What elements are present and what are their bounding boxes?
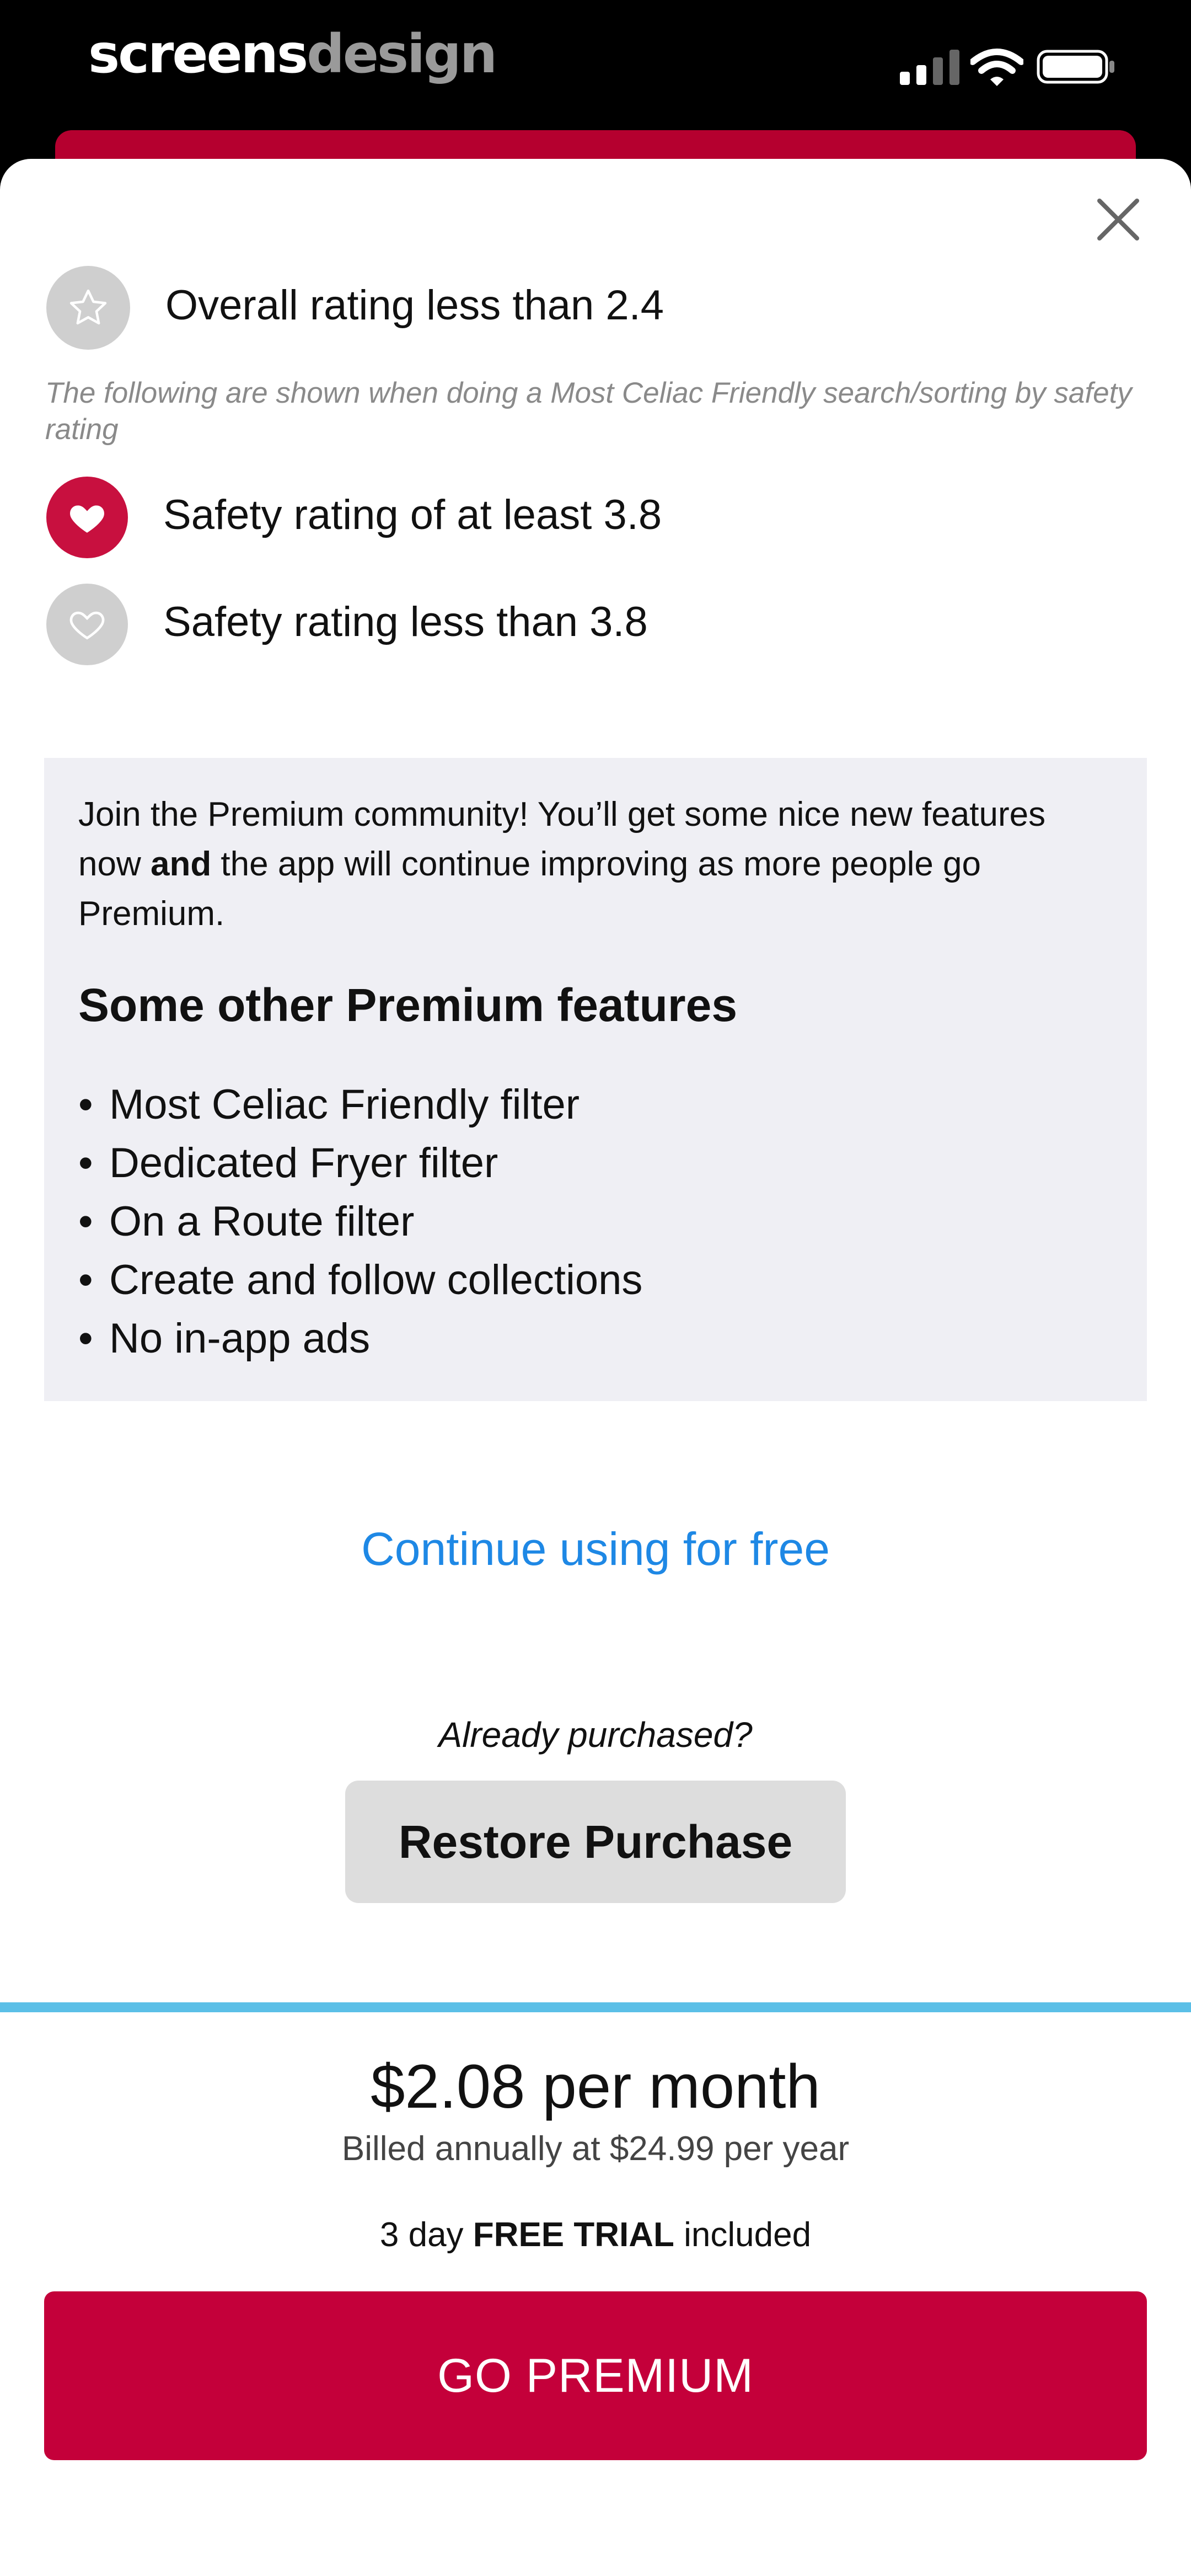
pricing-divider — [0, 2002, 1191, 2012]
legend-overall-low-label: Overall rating less than 2.4 — [165, 282, 664, 329]
battery-icon — [1037, 50, 1114, 84]
features-list: • Most Celiac Friendly filter • Dedicated … — [78, 1076, 642, 1368]
trial-prefix: 3 day — [379, 2216, 473, 2254]
brand-part-design: design — [307, 23, 497, 85]
list-item: • No in-app ads — [78, 1315, 371, 1362]
already-purchased-label: Already purchased? — [438, 1715, 753, 1755]
intro-text-part2: the app will continue improving as more … — [78, 845, 981, 933]
list-item: • Most Celiac Friendly filter — [78, 1081, 580, 1128]
go-premium-button[interactable]: GO PREMIUM — [44, 2291, 1147, 2460]
list-item: • Create and follow collections — [78, 1257, 643, 1303]
restore-purchase-button[interactable]: Restore Purchase — [345, 1781, 846, 1903]
status-bar: screensdesign — [0, 0, 1191, 132]
legend-safety-high-label: Safety rating of at least 3.8 — [163, 491, 662, 538]
continue-free-link[interactable]: Continue using for free — [0, 1522, 1191, 1576]
free-trial-info: 3 day FREE TRIAL included — [0, 2215, 1191, 2254]
feature-label: Dedicated Fryer filter — [109, 1140, 498, 1187]
feature-label: Most Celiac Friendly filter — [109, 1081, 580, 1128]
price-per-month: $2.08 per month — [371, 2052, 820, 2121]
safety-sorting-note: The following are shown when doing a Mos… — [45, 377, 1132, 446]
cellular-signal-icon — [900, 50, 959, 85]
intro-text-bold: and — [150, 845, 212, 883]
heart-filled-icon — [46, 477, 128, 558]
heart-outline-icon — [46, 584, 128, 665]
premium-info-box: Join the Premium community! You’ll get s… — [44, 758, 1147, 1401]
feature-label: No in-app ads — [109, 1315, 371, 1362]
brand-part-screens: screens — [88, 23, 308, 85]
billing-info: Billed annually at $24.99 per year — [341, 2130, 850, 2168]
star-outline-icon — [46, 266, 130, 350]
trial-suffix: included — [674, 2216, 812, 2254]
wifi-icon — [970, 49, 1023, 86]
features-title: Some other Premium features — [78, 979, 738, 1031]
feature-label: On a Route filter — [109, 1198, 415, 1245]
brand-logo: screensdesign — [88, 23, 497, 85]
premium-intro-text: Join the Premium community! You’ll get s… — [78, 790, 1115, 939]
feature-label: Create and follow collections — [109, 1257, 643, 1303]
list-item: • On a Route filter — [78, 1198, 415, 1245]
close-icon[interactable] — [1092, 193, 1145, 246]
list-item: • Dedicated Fryer filter — [78, 1140, 498, 1187]
legend-safety-low-label: Safety rating less than 3.8 — [163, 598, 648, 645]
trial-bold: FREE TRIAL — [473, 2216, 674, 2254]
